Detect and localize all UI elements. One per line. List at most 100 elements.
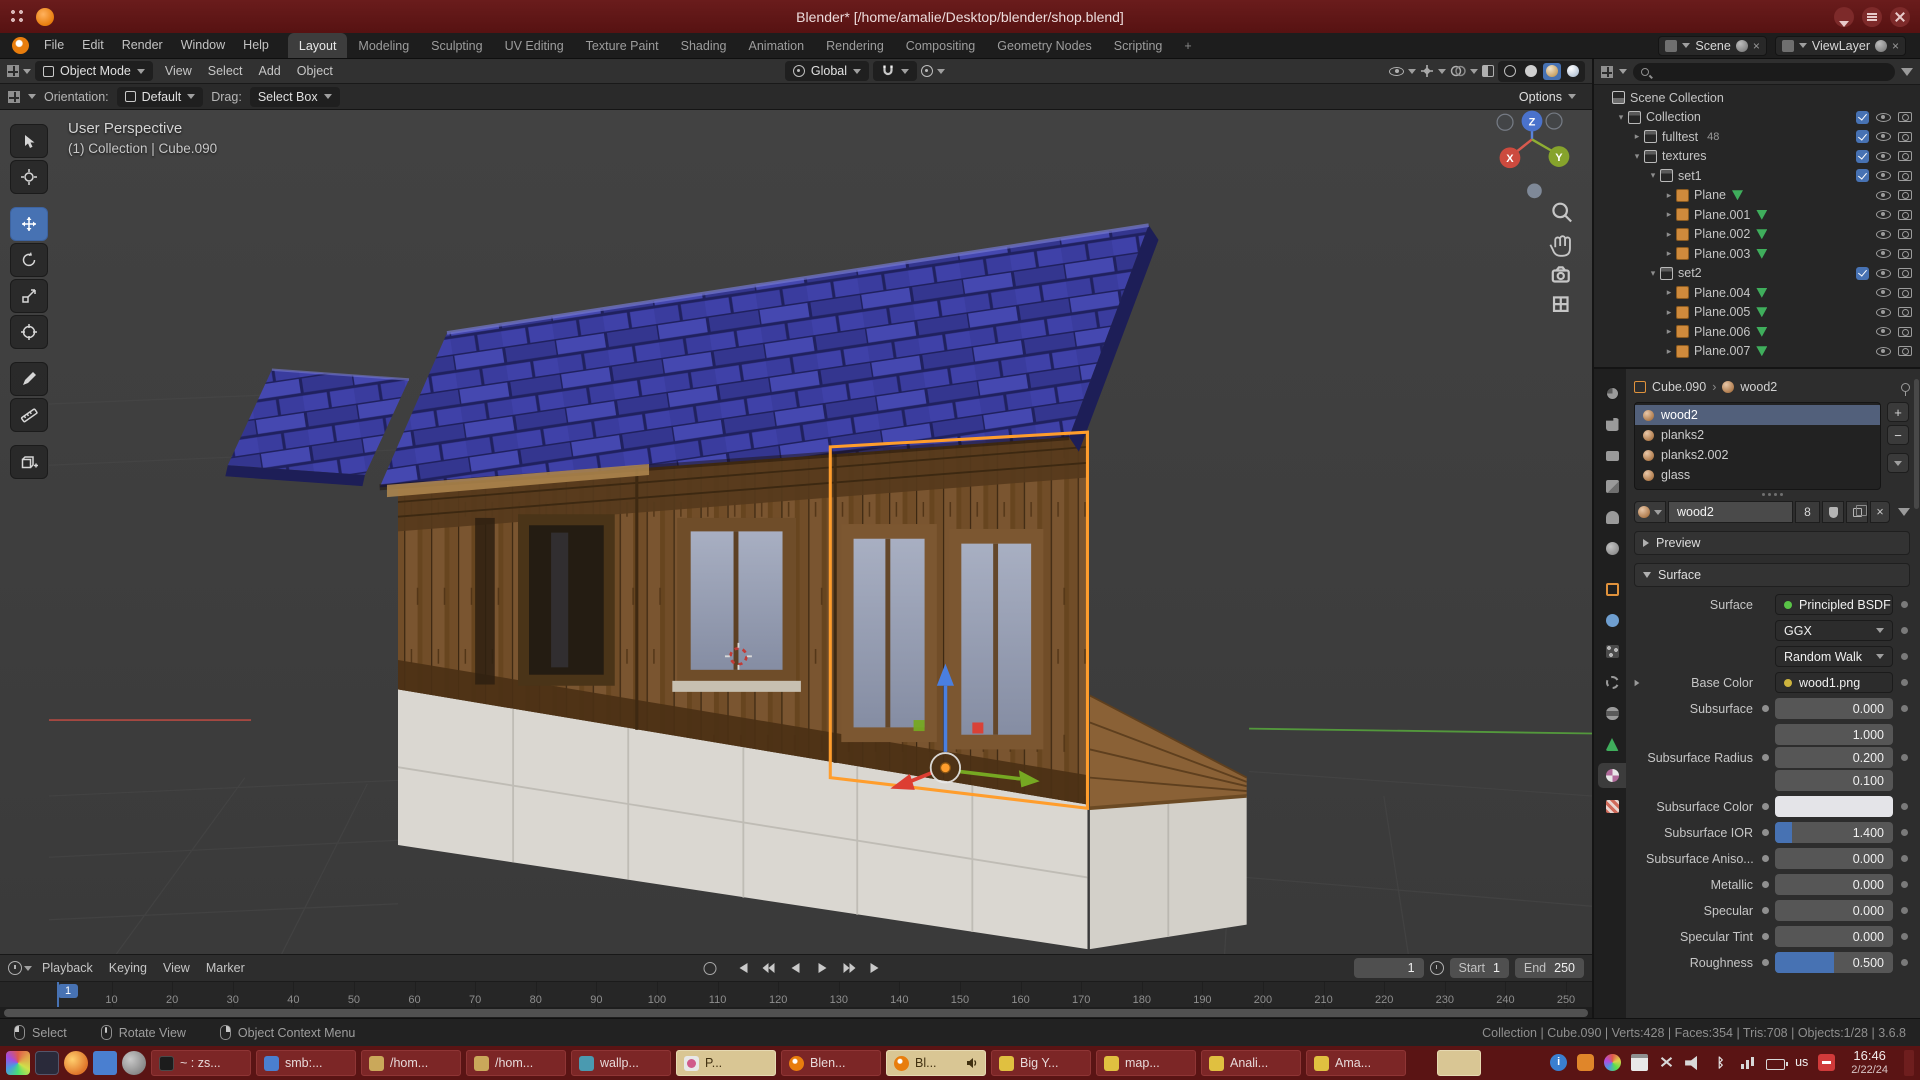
tab-texture[interactable] [1598, 794, 1626, 819]
keyframe-dot[interactable] [1901, 679, 1908, 686]
material-slot[interactable]: planks2.002 [1635, 445, 1880, 465]
taskbar-window-button[interactable]: Blen... [781, 1050, 881, 1076]
viewport-3d-scene[interactable]: Z X Y [0, 110, 1592, 954]
outliner-item-label[interactable]: Plane.006 [1694, 325, 1750, 339]
slot-specials-button[interactable] [1887, 453, 1909, 473]
menu-item[interactable]: Edit [73, 33, 113, 58]
menu-item[interactable]: Render [113, 33, 172, 58]
material-users-count[interactable]: 8 [1795, 501, 1820, 523]
outliner-row[interactable]: ▸ Plane.005 [1594, 303, 1920, 323]
property-widget[interactable]: 0.000 [1775, 698, 1893, 719]
browse-material-button[interactable] [1634, 501, 1666, 523]
gizmo-plane-handle-red[interactable] [972, 722, 983, 733]
firefox-icon[interactable] [64, 1051, 88, 1075]
keyframe-dot[interactable] [1901, 601, 1908, 608]
viewport-menu-item[interactable]: View [157, 64, 200, 78]
snap-dropdown[interactable] [873, 61, 917, 81]
autokey-toggle[interactable] [704, 962, 717, 975]
hide-eye-icon[interactable] [1876, 288, 1891, 297]
outliner-row[interactable]: ▸ Plane.001 [1594, 205, 1920, 225]
outliner-item-label[interactable]: Plane.004 [1694, 286, 1750, 300]
close-icon[interactable]: × [1892, 39, 1899, 53]
keyframe-dot[interactable] [1901, 907, 1908, 914]
surface-section-header[interactable]: Surface [1634, 563, 1910, 587]
proportional-edit-icon[interactable] [921, 65, 933, 77]
material-slot[interactable]: planks2 [1635, 425, 1880, 445]
tool-annotate[interactable] [10, 362, 48, 396]
timeline-editor-icon[interactable] [8, 961, 22, 975]
expander-icon[interactable]: ▸ [1662, 307, 1676, 318]
keyframe-dot[interactable] [1901, 933, 1908, 940]
taskbar-window-button[interactable]: /hom... [466, 1050, 566, 1076]
breadcrumb-object[interactable]: Cube.090 [1652, 380, 1706, 394]
show-desktop-icon[interactable] [35, 1051, 59, 1075]
taskbar-window-button[interactable]: map... [1096, 1050, 1196, 1076]
screenshot-tray-icon[interactable] [1658, 1054, 1675, 1071]
color-picker-tray-icon[interactable] [1604, 1054, 1621, 1071]
expander-icon[interactable]: ▸ [1662, 229, 1676, 240]
collection-checkbox[interactable] [1856, 130, 1869, 143]
workspace-tab[interactable]: Compositing [895, 33, 986, 58]
axis-minus-z-ball[interactable] [1527, 183, 1542, 198]
viewport-menu-item[interactable]: Select [200, 64, 251, 78]
network-tray-icon[interactable] [1739, 1054, 1756, 1071]
tool-transform[interactable] [10, 315, 48, 349]
tab-tool[interactable] [1598, 381, 1626, 406]
tool-settings-icon[interactable] [8, 91, 20, 103]
disable-render-icon[interactable] [1898, 249, 1912, 259]
properties-scrollbar[interactable] [1914, 379, 1919, 509]
disable-render-icon[interactable] [1898, 307, 1912, 317]
outliner-row[interactable]: ▸ Plane.003 [1594, 244, 1920, 264]
workspace-tab[interactable]: Modeling [347, 33, 420, 58]
outliner-item-label[interactable]: textures [1662, 149, 1706, 163]
workspace-tab[interactable]: Animation [738, 33, 816, 58]
overlays-toggle-icon[interactable] [1450, 64, 1466, 78]
collection-checkbox[interactable] [1856, 267, 1869, 280]
gimp-icon[interactable] [122, 1051, 146, 1075]
disable-render-icon[interactable] [1898, 190, 1912, 200]
outliner-row[interactable]: ▸ Plane.006 [1594, 322, 1920, 342]
tool-scale[interactable] [10, 279, 48, 313]
messages-tray-icon[interactable] [1577, 1054, 1594, 1071]
menu-item[interactable]: Help [234, 33, 278, 58]
viewlayer-selector[interactable]: ViewLayer × [1775, 36, 1906, 56]
outliner-row[interactable]: ▾ textures [1594, 147, 1920, 167]
close-icon[interactable]: × [1753, 39, 1760, 53]
orientation-dropdown[interactable]: Global [785, 61, 869, 81]
timeline-menu-item[interactable]: Marker [198, 961, 253, 975]
keyframe-dot[interactable] [1901, 627, 1908, 634]
add-slot-button[interactable]: + [1887, 402, 1909, 422]
outliner-item-label[interactable]: Collection [1646, 110, 1701, 124]
tab-view-layer[interactable] [1598, 474, 1626, 499]
titlebar-menu-button[interactable] [1862, 7, 1882, 27]
outliner-row[interactable]: ▸ fulltest 48 [1594, 127, 1920, 147]
titlebar-close-button[interactable] [1890, 7, 1910, 27]
collection-checkbox[interactable] [1856, 111, 1869, 124]
clipboard-tray-icon[interactable] [1631, 1054, 1648, 1071]
window-grid-icon[interactable] [10, 9, 26, 25]
hide-eye-icon[interactable] [1876, 347, 1891, 356]
keyframe-dot[interactable] [1901, 855, 1908, 862]
mode-dropdown[interactable]: Object Mode [35, 61, 153, 81]
material-name-field[interactable]: wood2 [1668, 501, 1793, 523]
disable-render-icon[interactable] [1898, 288, 1912, 298]
workspace-tab[interactable]: UV Editing [494, 33, 575, 58]
workspace-tab[interactable]: Geometry Nodes [986, 33, 1102, 58]
keyframe-dot[interactable] [1901, 881, 1908, 888]
viewport-menu-item[interactable]: Add [251, 64, 289, 78]
list-resize-grip[interactable] [1634, 490, 1910, 499]
unlink-material-button[interactable]: × [1870, 501, 1890, 523]
xray-toggle-icon[interactable] [1482, 65, 1494, 77]
remove-slot-button[interactable]: − [1887, 425, 1909, 445]
property-widget[interactable]: 0.000 [1775, 900, 1893, 921]
property-widget[interactable] [1775, 796, 1893, 817]
options-dropdown[interactable]: Options [1511, 87, 1584, 107]
drag-mode-dropdown[interactable]: Select Box [250, 87, 340, 107]
tool-move[interactable] [10, 207, 48, 241]
workspace-tab[interactable]: Rendering [815, 33, 895, 58]
preview-range-icon[interactable] [1430, 961, 1444, 975]
taskbar-window-button[interactable]: Anali... [1201, 1050, 1301, 1076]
vector-x-value[interactable]: 1.000 [1775, 724, 1893, 745]
taskbar-window-button[interactable]: Big Y... [991, 1050, 1091, 1076]
expander-icon[interactable]: ▸ [1662, 190, 1676, 201]
